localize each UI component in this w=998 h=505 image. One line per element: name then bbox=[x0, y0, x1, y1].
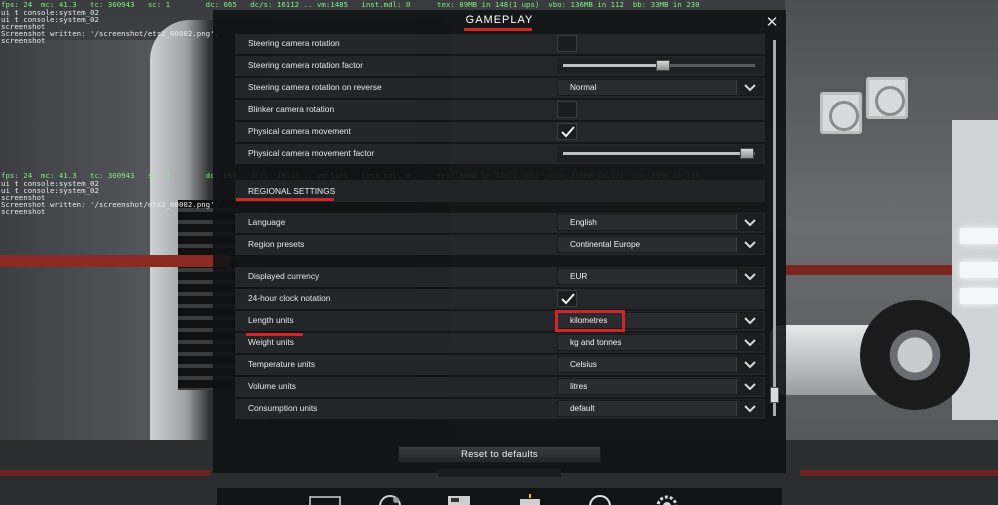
monitor-icon[interactable] bbox=[307, 491, 343, 505]
dropdown-value: EUR bbox=[570, 272, 588, 281]
dropdown-value: litres bbox=[570, 382, 588, 391]
debug-console-line: screenshot bbox=[1, 36, 46, 45]
slider-fill bbox=[563, 152, 747, 155]
chevron-down-icon[interactable] bbox=[736, 335, 762, 350]
setting-label: Physical camera movement factor bbox=[248, 148, 375, 158]
slider-fill bbox=[563, 64, 663, 67]
keyboard-icon[interactable] bbox=[512, 491, 548, 505]
gear-icon[interactable] bbox=[649, 491, 685, 505]
audio-icon[interactable] bbox=[582, 491, 618, 505]
language-dropdown[interactable]: English bbox=[557, 214, 763, 231]
setting-row-volume-units: Volume units litres bbox=[235, 377, 765, 397]
consumption-units-dropdown[interactable]: default bbox=[557, 400, 763, 417]
setting-row-region-presets: Region presets Continental Europe bbox=[235, 235, 765, 255]
setting-row-weight-units: Weight units kg and tonnes bbox=[235, 333, 765, 353]
setting-label: Steering camera rotation factor bbox=[248, 60, 363, 70]
setting-row-steering-camera-rotation-factor: Steering camera rotation factor bbox=[235, 56, 765, 76]
chevron-down-icon[interactable] bbox=[736, 379, 762, 394]
weight-units-dropdown[interactable]: kg and tonnes bbox=[557, 334, 763, 351]
chevron-down-icon[interactable] bbox=[736, 80, 762, 95]
setting-label: Language bbox=[248, 217, 286, 227]
setting-row-temperature-units: Temperature units Celsius bbox=[235, 355, 765, 375]
debug-console-line: screenshot bbox=[1, 207, 46, 216]
footer-divider bbox=[438, 469, 561, 477]
setting-label: Temperature units bbox=[248, 359, 316, 369]
setting-row-steering-camera-rotation-on-reverse: Steering camera rotation on reverse Norma… bbox=[235, 78, 765, 98]
chevron-down-icon[interactable] bbox=[736, 269, 762, 284]
settings-scrollbar[interactable] bbox=[770, 40, 779, 416]
close-icon[interactable]: ✕ bbox=[762, 12, 782, 32]
background-light bbox=[960, 262, 998, 278]
reset-to-defaults-button[interactable]: Reset to defaults bbox=[398, 446, 601, 463]
setting-label: Blinker camera rotation bbox=[248, 104, 335, 114]
setting-row-physical-camera-movement: Physical camera movement bbox=[235, 122, 765, 142]
wall-fan-icon bbox=[866, 77, 908, 119]
setting-row-language: Language English bbox=[235, 213, 765, 233]
volume-units-dropdown[interactable]: litres bbox=[557, 378, 763, 395]
title-red-underline bbox=[464, 28, 532, 31]
physical-camera-movement-factor-slider[interactable] bbox=[557, 145, 763, 162]
dropdown-value: Normal bbox=[570, 83, 597, 92]
chevron-down-icon[interactable] bbox=[736, 215, 762, 230]
setting-row-24-hour-clock-notation: 24-hour clock notation bbox=[235, 289, 765, 309]
dropdown-value: kg and tonnes bbox=[570, 338, 622, 347]
panel-title: GAMEPLAY bbox=[465, 14, 534, 26]
physical-camera-movement-checkbox[interactable] bbox=[557, 123, 577, 140]
setting-label: 24-hour clock notation bbox=[248, 293, 331, 303]
debug-stats-line: fps: 24 mc: 41.3 tc: 360943 sc: 1 dc: 66… bbox=[1, 0, 700, 9]
setting-label: Consumption units bbox=[248, 403, 318, 413]
gameplay-settings-panel: GAMEPLAY ✕ Steering camera rotation Steer… bbox=[213, 10, 786, 477]
scroll-track bbox=[773, 40, 776, 416]
slider-thumb[interactable] bbox=[740, 148, 754, 159]
setting-row-steering-camera-rotation: Steering camera rotation bbox=[235, 34, 765, 54]
wall-fan-icon bbox=[820, 92, 862, 134]
setting-row-physical-camera-movement-factor: Physical camera movement factor bbox=[235, 144, 765, 164]
setting-label: Length units bbox=[248, 315, 294, 325]
background-light bbox=[960, 288, 998, 304]
region-presets-dropdown[interactable]: Continental Europe bbox=[557, 236, 763, 253]
steering-camera-rotation-on-reverse-dropdown[interactable]: Normal bbox=[557, 79, 763, 96]
steering-camera-rotation-factor-slider[interactable] bbox=[557, 57, 763, 74]
background-wheel bbox=[860, 300, 970, 410]
setting-label: Weight units bbox=[248, 337, 294, 347]
setting-row-consumption-units: Consumption units default bbox=[235, 399, 765, 419]
length-units-red-underline bbox=[246, 333, 303, 336]
section-red-underline bbox=[236, 198, 334, 201]
background-red-rail bbox=[0, 255, 230, 267]
chevron-down-icon[interactable] bbox=[736, 237, 762, 252]
settings-category-bar bbox=[217, 488, 782, 505]
chevron-down-icon[interactable] bbox=[736, 401, 762, 416]
chevron-down-icon[interactable] bbox=[736, 313, 762, 328]
setting-label: Physical camera movement bbox=[248, 126, 351, 136]
truck-icon[interactable] bbox=[442, 491, 478, 505]
displayed-currency-dropdown[interactable]: EUR bbox=[557, 268, 763, 285]
steering-camera-rotation-checkbox[interactable] bbox=[557, 35, 577, 52]
background-floor-stripe bbox=[800, 470, 998, 476]
temperature-units-dropdown[interactable]: Celsius bbox=[557, 356, 763, 373]
setting-label: Region presets bbox=[248, 239, 305, 249]
background-light bbox=[960, 228, 998, 244]
scroll-thumb[interactable] bbox=[770, 387, 779, 403]
section-heading: REGIONAL SETTINGS bbox=[248, 186, 336, 196]
dropdown-value: Continental Europe bbox=[570, 240, 641, 249]
24-hour-clock-notation-checkbox[interactable] bbox=[557, 290, 577, 307]
chevron-down-icon[interactable] bbox=[736, 357, 762, 372]
setting-row-length-units: Length units kilometres bbox=[235, 311, 765, 331]
setting-row-blinker-camera-rotation: Blinker camera rotation bbox=[235, 100, 765, 120]
kilometres-highlight-box bbox=[555, 310, 625, 332]
background-floor-stripe bbox=[0, 470, 210, 476]
setting-row-displayed-currency: Displayed currency EUR bbox=[235, 267, 765, 287]
slider-thumb[interactable] bbox=[656, 60, 670, 71]
steering-wheel-icon[interactable] bbox=[372, 491, 408, 505]
dropdown-value: default bbox=[570, 404, 595, 413]
dropdown-value: English bbox=[570, 218, 597, 227]
dropdown-value: Celsius bbox=[570, 360, 597, 369]
setting-label: Displayed currency bbox=[248, 271, 320, 281]
setting-label: Volume units bbox=[248, 381, 296, 391]
blinker-camera-rotation-checkbox[interactable] bbox=[557, 101, 577, 118]
setting-label: Steering camera rotation on reverse bbox=[248, 82, 382, 92]
setting-label: Steering camera rotation bbox=[248, 38, 340, 48]
